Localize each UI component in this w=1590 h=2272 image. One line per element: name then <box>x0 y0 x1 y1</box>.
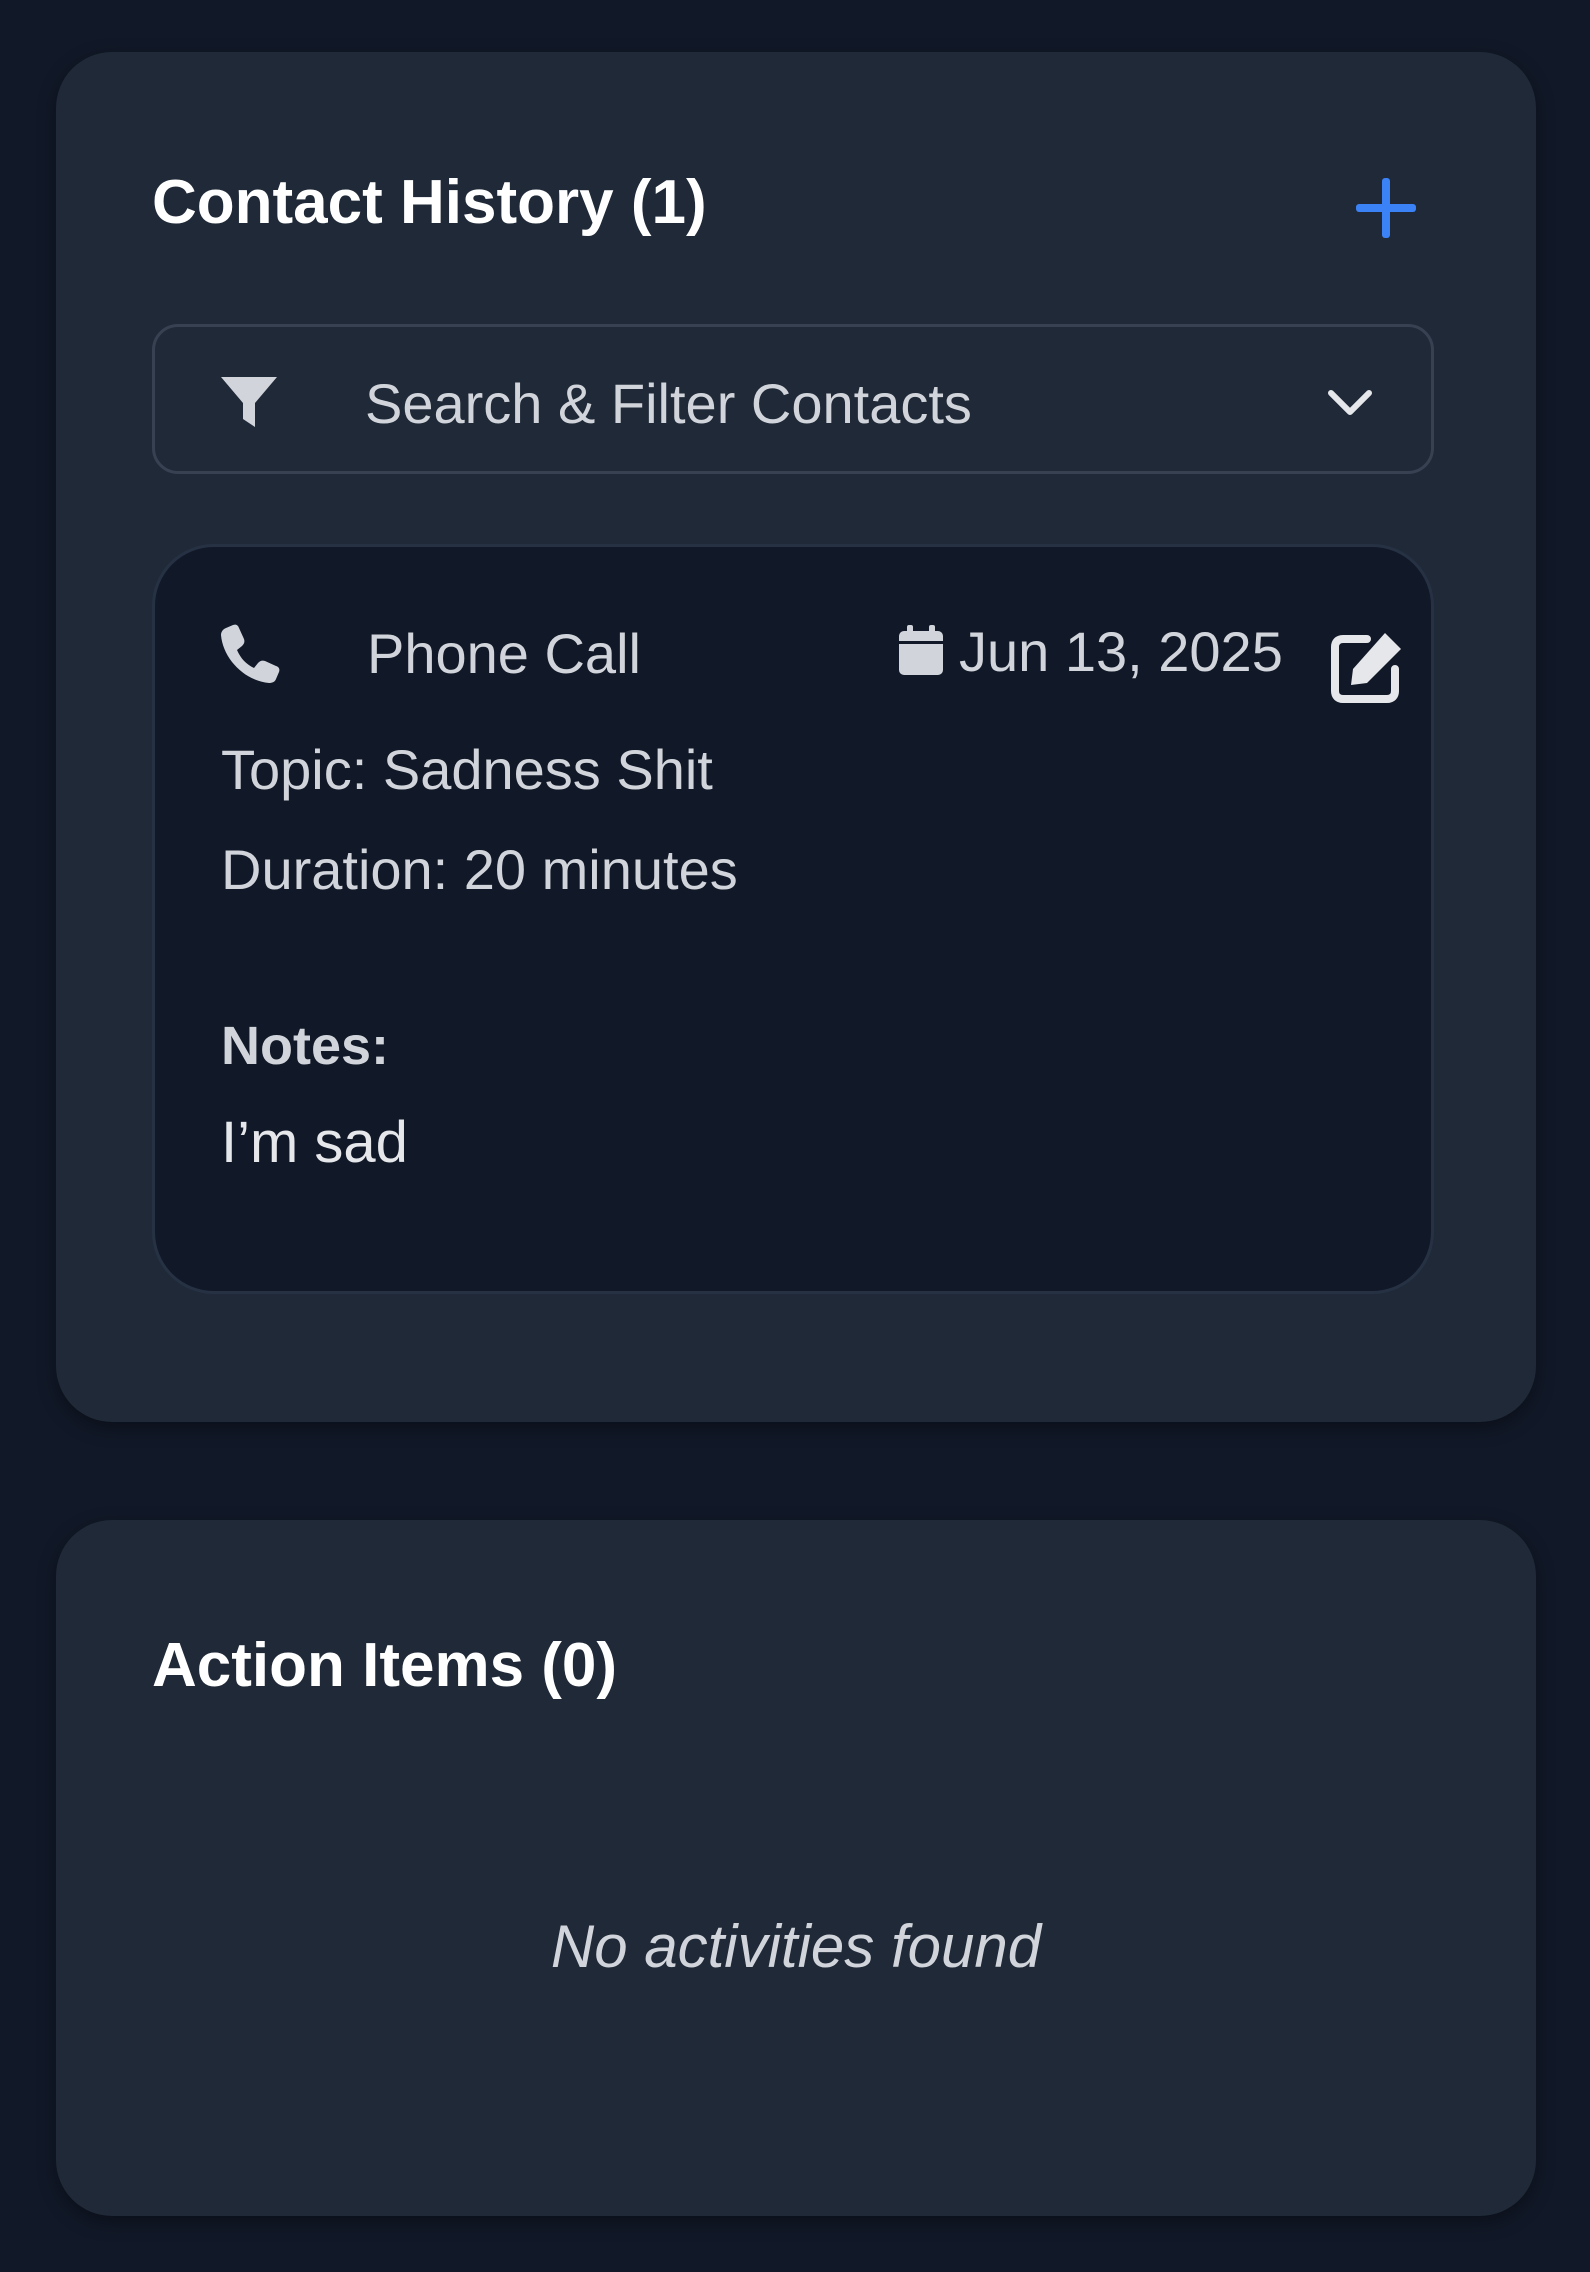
contact-history-title: Contact History (1) <box>152 168 707 237</box>
contact-duration: Duration: 20 minutes <box>221 838 738 901</box>
search-filter-toggle[interactable]: Search & Filter Contacts <box>152 324 1434 474</box>
action-items-title: Action Items (0) <box>152 1631 618 1700</box>
empty-state-message: No activities found <box>550 1913 1042 1980</box>
contact-topic: Topic: Sadness Shit <box>221 738 713 801</box>
notes-label: Notes: <box>221 1016 390 1076</box>
contact-type: Phone Call <box>367 622 641 685</box>
search-filter-label: Search & Filter Contacts <box>365 372 972 435</box>
filter-icon <box>221 377 277 427</box>
plus-icon <box>1356 178 1416 238</box>
contact-date: Jun 13, 2025 <box>959 620 1283 683</box>
phone-icon <box>221 624 280 683</box>
notes-text: I’m sad <box>221 1110 408 1175</box>
action-items-panel: Action Items (0) No activities found <box>56 1520 1536 2216</box>
contact-entry-card: Phone Call Jun 13, 2025 Topic: Sadness S… <box>152 544 1434 1294</box>
contact-history-panel: Contact History (1) Search & Filter Cont… <box>56 52 1536 1422</box>
chevron-down-icon <box>1328 390 1372 415</box>
add-contact-button[interactable] <box>1346 168 1426 248</box>
calendar-icon <box>899 625 943 675</box>
edit-icon <box>1331 633 1401 703</box>
edit-contact-button[interactable] <box>1327 629 1405 707</box>
